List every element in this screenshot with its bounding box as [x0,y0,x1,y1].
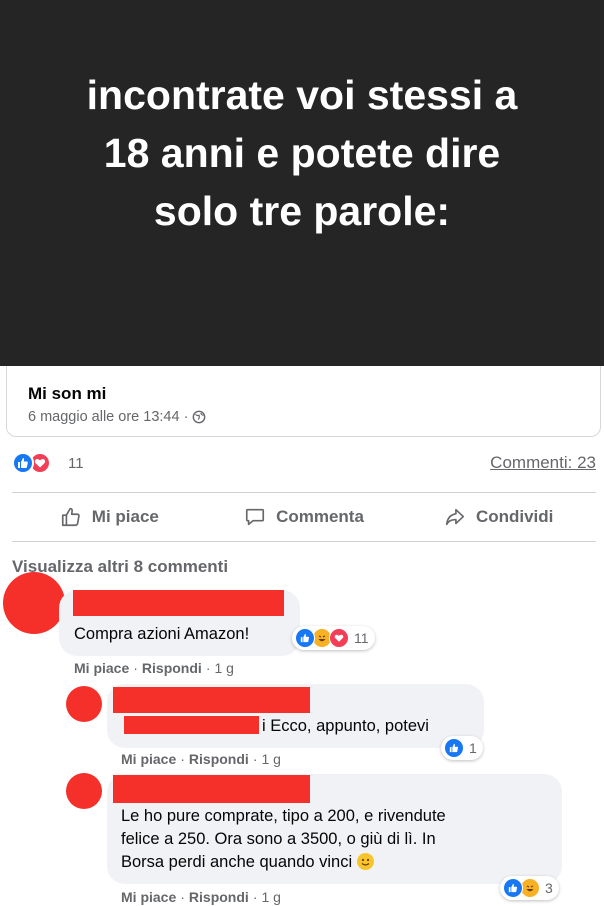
thumbs-up-icon [61,507,80,527]
post-image-line-3: solo tre parole: [153,188,451,234]
comment-text: Compra azioni Amazon! [74,625,250,643]
reactions-summary-icons[interactable] [12,452,51,474]
post-header-card: Mi son mi 6 maggio alle ore 13:44 · [6,366,601,437]
globe-icon [193,410,206,424]
comment-actions: Mi piace · Rispondi · 1 g [121,751,281,767]
comment-button[interactable]: Commenta [207,493,402,541]
comment-text-line: Le ho pure comprate, tipo a 200, e riven… [121,807,446,825]
comment-bubble: Le ho pure comprate, tipo a 200, e riven… [107,774,562,884]
haha-reaction-icon [520,878,540,898]
separator: · [252,889,258,905]
divider [12,541,596,542]
separator: · [180,751,185,767]
separator: · [180,889,185,905]
smile-emoji-icon [356,853,374,870]
like-button-label: Mi piace [91,507,159,526]
comment-like-link[interactable]: Mi piace [121,751,176,767]
comment-reactions-badge[interactable]: 1 [441,736,483,760]
like-button[interactable]: Mi piace [12,493,207,541]
like-reaction-icon [12,452,34,474]
comment-reaction-count: 3 [545,880,553,896]
post-timestamp[interactable]: 6 maggio alle ore 13:44 · [28,409,188,425]
comment-bubble: Compra azioni Amazon! [59,590,300,656]
comment-time[interactable]: 1 g [214,660,233,676]
comment-time[interactable]: 1 g [261,751,280,767]
post-image-line-2: 18 anni e potete dire [103,130,501,176]
post-image-text: incontrate voi stessi a 18 anni e potete… [0,66,604,240]
redacted-author-name [113,775,310,803]
comment-like-link[interactable]: Mi piace [121,889,176,905]
comment-text: i Ecco, appunto, potevi [262,717,429,735]
avatar[interactable] [66,686,102,722]
comment-reply-link[interactable]: Rispondi [189,889,249,905]
redacted-mention [124,716,259,734]
separator: · [205,660,211,676]
reactions-count[interactable]: 11 [68,455,84,472]
comment-reply-link[interactable]: Rispondi [189,751,249,767]
comment-text-line: Borsa perdi anche quando vinci [121,851,551,874]
like-reaction-icon [503,878,523,898]
comment-reactions-badge[interactable]: 3 [500,876,559,900]
reactions-summary: 11 Commenti: 23 [12,452,596,476]
comment-text-line-content: Borsa perdi anche quando vinci [121,853,353,871]
separator: · [252,751,258,767]
like-reaction-icon [444,738,464,758]
separator: · [133,660,138,676]
comment-time[interactable]: 1 g [261,889,280,905]
comment-icon [246,508,265,526]
comment-text: Le ho pure comprate, tipo a 200, e riven… [121,805,551,874]
share-button-label: Condividi [475,507,554,526]
share-button[interactable]: Condividi [401,493,596,541]
share-arrow-icon [445,508,465,526]
comments-count-link[interactable]: Commenti: 23 [490,453,596,473]
comment-actions: Mi piace · Rispondi · 1 g [121,889,281,905]
comment-bubble: i Ecco, appunto, potevi [107,684,484,748]
redacted-author-name [113,687,310,713]
redacted-author-name [73,590,284,616]
comment-reactions-badge[interactable]: 11 [292,626,375,650]
post-image-line-1: incontrate voi stessi a [86,72,518,118]
love-reaction-icon [329,628,349,648]
like-reaction-icon [295,628,315,648]
comment-like-link[interactable]: Mi piace [74,660,129,676]
comment-button-label: Commenta [276,507,364,526]
comment-reply-link[interactable]: Rispondi [142,660,202,676]
post-meta: 6 maggio alle ore 13:44 · [28,409,206,425]
post-image[interactable]: incontrate voi stessi a 18 anni e potete… [0,0,604,366]
comment-reaction-count: 11 [354,630,369,646]
comment-reaction-count: 1 [469,740,477,756]
post-action-bar: Mi piace Commenta Condividi [12,493,596,541]
avatar[interactable] [3,572,65,634]
post-author[interactable]: Mi son mi [28,384,106,404]
comment-actions: Mi piace · Rispondi · 1 g [74,660,234,676]
comment-text-line: felice a 250. Ora sono a 3500, o giù di … [121,830,436,848]
avatar[interactable] [66,773,102,809]
